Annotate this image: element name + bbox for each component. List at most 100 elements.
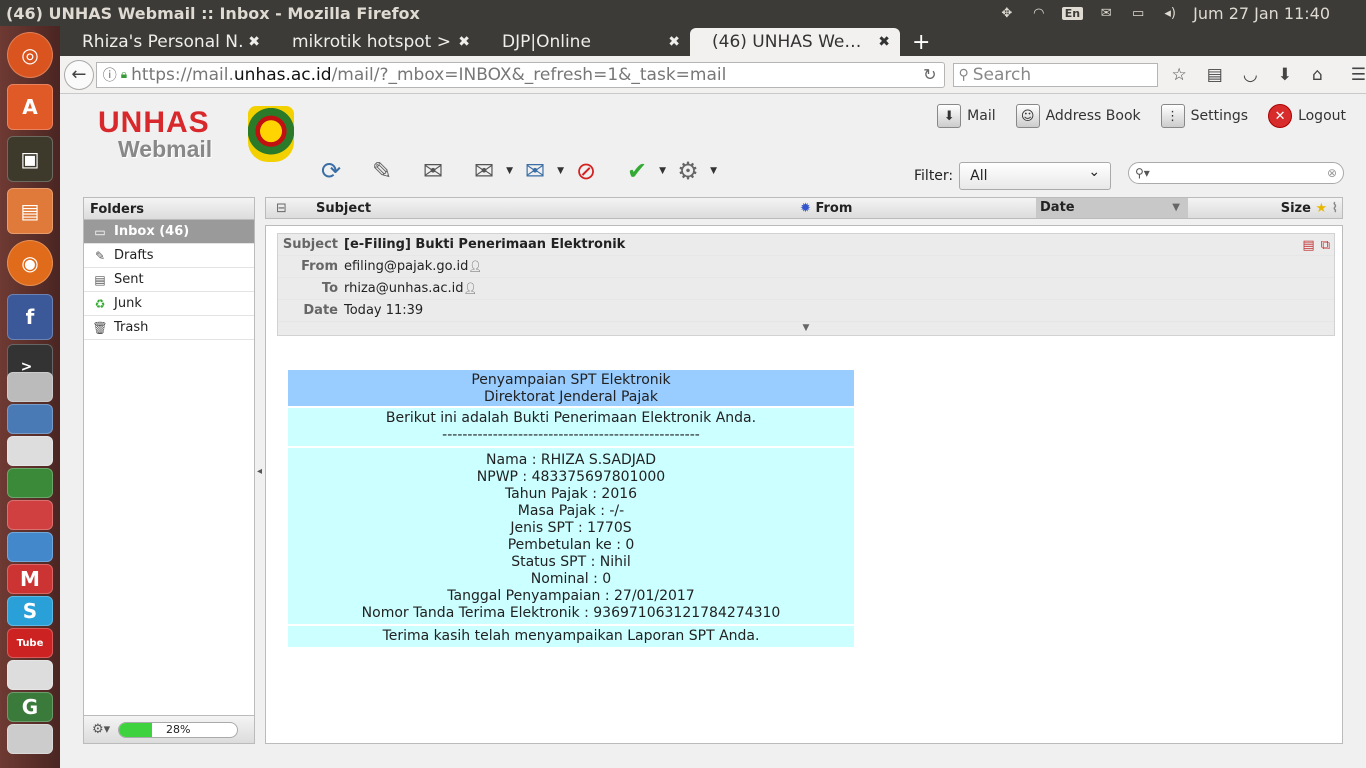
message-to[interactable]: rhiza@unhas.ac.id: [344, 281, 463, 296]
app-icon-3[interactable]: [7, 436, 53, 466]
mail-indicator-icon[interactable]: ✉: [1097, 6, 1115, 21]
software-center-icon[interactable]: A: [7, 84, 53, 130]
tab-unhas-webmail[interactable]: (46) UNHAS We… ✖: [690, 28, 900, 56]
address-book-link[interactable]: ☺ Address Book: [1015, 104, 1141, 128]
expand-headers-icon[interactable]: ▼: [278, 323, 1334, 333]
inbox-icon: ▭: [94, 224, 106, 239]
tab-personal[interactable]: Rhiza's Personal N… ✖: [60, 28, 270, 56]
settings-link[interactable]: ⋮ Settings: [1160, 104, 1248, 128]
close-tab-icon[interactable]: ✖: [458, 34, 470, 50]
reader-list-icon[interactable]: ▤: [1207, 65, 1223, 85]
add-contact-icon[interactable]: 👤︎: [468, 260, 482, 273]
volume-icon[interactable]: ◂): [1161, 6, 1179, 21]
junk-icon: ♻: [94, 296, 106, 311]
forward-button[interactable]: ✉ ▼: [516, 152, 564, 190]
detail-tahun-pajak: Tahun Pajak : 2016: [504, 486, 638, 502]
list-options-icon[interactable]: ⊟: [266, 201, 316, 216]
download-icon[interactable]: ⬇: [1278, 65, 1292, 85]
folder-list: Folders ▭ Inbox (46) ✎ Drafts ▤ Sent ♻ Junk …: [83, 197, 255, 744]
column-size[interactable]: Size ★ ⌇: [1188, 201, 1342, 216]
mark-button[interactable]: ✔ ▼: [618, 152, 666, 190]
folder-trash[interactable]: 🗑︎ Trash: [84, 316, 254, 340]
open-new-window-icon[interactable]: ⧉: [1321, 238, 1330, 253]
gmail-icon[interactable]: M: [7, 564, 53, 594]
youtube-icon[interactable]: Tube: [7, 628, 53, 658]
compose-button[interactable]: ✎: [363, 152, 401, 190]
reload-icon[interactable]: ↻: [923, 65, 944, 84]
folder-sent[interactable]: ▤ Sent: [84, 268, 254, 292]
facebook-icon[interactable]: f: [7, 294, 53, 340]
files-icon[interactable]: ▤: [7, 188, 53, 234]
app-icon-4[interactable]: [7, 468, 53, 498]
search-options-icon[interactable]: ⚲▾: [1135, 166, 1150, 180]
column-from[interactable]: ✹ From: [796, 201, 1036, 216]
body-header-box: Penyampaian SPT Elektronik Direktorat Je…: [288, 370, 854, 406]
close-tab-icon[interactable]: ✖: [668, 34, 680, 50]
tab-mikrotik[interactable]: mikrotik hotspot > …✖: [270, 28, 480, 56]
column-subject[interactable]: Subject: [316, 201, 796, 216]
unhas-webmail-logo[interactable]: UNHAS Webmail: [98, 106, 294, 166]
quran-app-icon[interactable]: ▣: [7, 136, 53, 182]
reply-button[interactable]: ✉: [414, 152, 452, 190]
ubuntu-dash-icon[interactable]: ◎: [7, 32, 53, 78]
dropdown-arrow-icon[interactable]: ▼: [557, 166, 564, 176]
body-header-line1: Penyampaian SPT Elektronik: [471, 372, 671, 388]
folder-inbox[interactable]: ▭ Inbox (46): [84, 220, 254, 244]
quick-search-input[interactable]: ⚲▾ ⊗: [1128, 162, 1344, 184]
tab-djp-online[interactable]: DJP|Online ✖: [480, 28, 690, 56]
menu-icon[interactable]: ☰: [1351, 65, 1366, 85]
message-list-header: ⊟ Subject ✹ From Date Size ★ ⌇: [265, 197, 1343, 219]
dropbox-icon[interactable]: ✥: [998, 6, 1016, 21]
app-icon-5[interactable]: [7, 500, 53, 530]
clock[interactable]: Jum 27 Jan 11:40: [1193, 4, 1330, 23]
wifi-icon[interactable]: ◠: [1030, 6, 1048, 21]
close-tab-icon[interactable]: ✖: [248, 34, 260, 50]
header-actions: ▤ ⧉: [1302, 238, 1330, 253]
info-icon[interactable]: ⓘ: [103, 65, 117, 85]
pocket-icon[interactable]: ◡: [1243, 65, 1258, 85]
url-bar[interactable]: ⓘ 🔒︎ https://mail. unhas.ac.id/mail/?_mbo…: [95, 61, 946, 88]
app-icon-2[interactable]: [7, 404, 53, 434]
firefox-icon[interactable]: ◉: [7, 240, 53, 286]
detail-nama: Nama : RHIZA S.SADJAD: [486, 452, 656, 468]
keyboard-layout-indicator[interactable]: En: [1061, 6, 1084, 20]
pane-splitter-handle[interactable]: ◂: [257, 466, 263, 477]
add-contact-icon[interactable]: 👤︎: [463, 282, 477, 295]
app-icon-6[interactable]: [7, 532, 53, 562]
from-label: From: [301, 259, 338, 274]
logout-link[interactable]: ✕ Logout: [1268, 104, 1346, 128]
battery-icon[interactable]: ▭: [1129, 6, 1147, 21]
filter-select[interactable]: All: [959, 162, 1112, 190]
app-icon-9[interactable]: [7, 724, 53, 754]
app-icon-7[interactable]: [7, 660, 53, 690]
bookmark-star-icon[interactable]: ☆: [1172, 65, 1187, 85]
folder-drafts[interactable]: ✎ Drafts: [84, 244, 254, 268]
print-source-icon[interactable]: ▤: [1302, 238, 1314, 253]
folder-junk[interactable]: ♻ Junk: [84, 292, 254, 316]
mail-link[interactable]: ⬇ Mail: [937, 104, 996, 128]
reply-all-button[interactable]: ✉ ▼: [465, 152, 513, 190]
more-actions-button[interactable]: ⚙ ▼: [669, 152, 717, 190]
search-bar[interactable]: ⚲ Search: [953, 62, 1158, 87]
back-button[interactable]: ←: [64, 59, 94, 90]
home-icon[interactable]: ⌂: [1312, 65, 1323, 85]
message-headers: ▤ ⧉ Subject [e-Filing] Bukti Penerimaan E…: [277, 233, 1335, 336]
body-intro: Berikut ini adalah Bukti Penerimaan Elek…: [385, 410, 757, 426]
dropdown-arrow-icon[interactable]: ▼: [506, 166, 513, 176]
app-icon-8[interactable]: G: [7, 692, 53, 722]
folder-actions-gear-icon[interactable]: ⚙▾: [92, 722, 110, 737]
delete-button[interactable]: ⊘: [567, 152, 605, 190]
app-icon-1[interactable]: [7, 372, 53, 402]
webmail-page: UNHAS Webmail ⬇ Mail ☺ Address Book ⋮ Setti…: [60, 94, 1366, 768]
skype-icon[interactable]: S: [7, 596, 53, 626]
close-tab-icon[interactable]: ✖: [878, 34, 890, 50]
message-from[interactable]: efiling@pajak.go.id: [344, 259, 468, 274]
mail-toolbar: ⟳ ✎ ✉ ✉ ▼ ✉ ▼ ⊘ ✔ ▼ ⚙ ▼: [312, 152, 720, 190]
clear-search-icon[interactable]: ⊗: [1327, 166, 1337, 180]
refresh-button[interactable]: ⟳: [312, 152, 350, 190]
quota-meter: 28%: [118, 721, 239, 738]
dropdown-arrow-icon[interactable]: ▼: [710, 166, 717, 176]
column-date[interactable]: Date: [1036, 198, 1188, 218]
dropdown-arrow-icon[interactable]: ▼: [659, 166, 666, 176]
new-tab-button[interactable]: +: [900, 28, 942, 56]
